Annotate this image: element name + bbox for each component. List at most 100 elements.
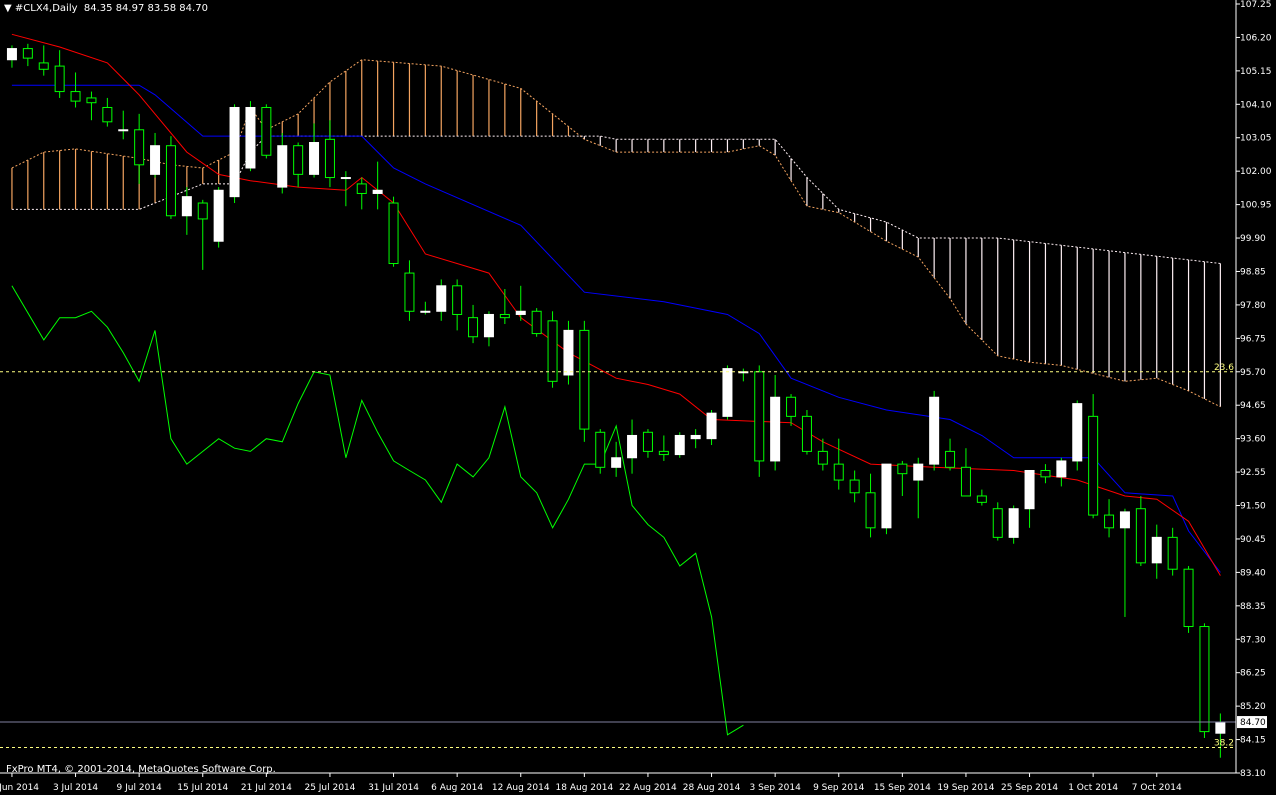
candle-body bbox=[1088, 415, 1099, 516]
candle-body bbox=[324, 138, 335, 179]
candle bbox=[722, 365, 733, 420]
y-tick-label: 95.70 bbox=[1240, 368, 1266, 378]
candle bbox=[547, 311, 558, 388]
candle-body bbox=[960, 466, 971, 497]
candle-body bbox=[118, 129, 129, 132]
candle-body bbox=[786, 396, 797, 417]
candle-body bbox=[229, 106, 240, 198]
candle-body bbox=[372, 189, 383, 194]
y-tick-label: 89.40 bbox=[1240, 568, 1266, 578]
candle bbox=[1199, 623, 1210, 738]
y-tick-label: 100.95 bbox=[1240, 201, 1272, 211]
candle-body bbox=[452, 285, 463, 315]
candle-body bbox=[165, 145, 176, 217]
candle-body bbox=[642, 431, 653, 452]
symbol-label: #CLX4,Daily bbox=[14, 3, 78, 14]
candle-body bbox=[897, 463, 908, 475]
candle-body bbox=[929, 396, 940, 465]
y-tick-label: 96.75 bbox=[1240, 334, 1266, 344]
candle-body bbox=[754, 371, 765, 462]
price-chart[interactable]: 23.6 38.2 107.25 106.20 105.15 104.10 103.05 1… bbox=[0, 0, 1276, 795]
candle bbox=[245, 101, 256, 172]
candle-body bbox=[1072, 403, 1083, 462]
candle-body bbox=[801, 415, 812, 452]
candle-body bbox=[54, 65, 65, 93]
x-tick-label: 3 Sep 2014 bbox=[749, 783, 801, 793]
candle bbox=[929, 390, 940, 471]
candle bbox=[229, 104, 240, 204]
x-tick-label: 9 Jul 2014 bbox=[117, 783, 162, 793]
x-tick-label: 25 Sep 2014 bbox=[1001, 783, 1058, 793]
candle bbox=[165, 136, 176, 219]
candle-body bbox=[261, 106, 272, 156]
x-tick-label: 9 Sep 2014 bbox=[813, 783, 865, 793]
candle-body bbox=[531, 310, 542, 335]
candle-body bbox=[817, 450, 828, 465]
candle-body bbox=[213, 189, 224, 242]
candle-body bbox=[38, 62, 49, 70]
candle-body bbox=[22, 48, 33, 59]
y-tick-label: 93.60 bbox=[1240, 435, 1266, 445]
candle-body bbox=[1104, 514, 1115, 529]
candle-body bbox=[833, 463, 844, 481]
candle-body bbox=[865, 492, 876, 529]
candle-body bbox=[134, 129, 145, 166]
candle-body bbox=[420, 310, 431, 313]
x-tick-label: 19 Sep 2014 bbox=[937, 783, 994, 793]
candle-body bbox=[499, 313, 510, 319]
candle bbox=[1072, 400, 1083, 471]
candle-body bbox=[992, 508, 1003, 538]
candle-body bbox=[1167, 536, 1178, 570]
candle bbox=[261, 104, 272, 159]
y-tick-label: 86.25 bbox=[1240, 669, 1266, 679]
candle-body bbox=[150, 145, 161, 175]
x-tick-label: 6 Aug 2014 bbox=[431, 783, 483, 793]
candle-body bbox=[1199, 626, 1210, 733]
x-tick-label: 25 Jul 2014 bbox=[304, 783, 355, 793]
y-tick-label: 107.25 bbox=[1240, 0, 1272, 10]
candle bbox=[388, 196, 399, 267]
candle bbox=[881, 463, 892, 535]
candle-body bbox=[690, 434, 701, 440]
y-tick-label: 84.15 bbox=[1240, 736, 1266, 746]
candle-body bbox=[658, 450, 669, 456]
candle bbox=[1183, 566, 1194, 633]
candle-body bbox=[309, 142, 320, 175]
x-tick-label: 18 Aug 2014 bbox=[556, 783, 614, 793]
chart-menu-icon[interactable]: ▼ bbox=[4, 3, 12, 14]
candle-body bbox=[6, 48, 17, 61]
candle bbox=[595, 429, 606, 474]
y-tick-label: 90.45 bbox=[1240, 535, 1266, 545]
candle-body bbox=[595, 431, 606, 468]
y-tick-label: 103.05 bbox=[1240, 134, 1272, 144]
candle-body bbox=[1008, 508, 1019, 538]
candle-body bbox=[913, 463, 924, 481]
candle-body bbox=[1056, 460, 1067, 478]
candle-body bbox=[1040, 469, 1051, 478]
candle-body bbox=[277, 145, 288, 188]
ohlc-readout: 84.35 84.97 83.58 84.70 bbox=[83, 3, 208, 14]
y-tick-label: 91.50 bbox=[1240, 502, 1266, 512]
candle-body bbox=[515, 310, 526, 315]
candle-body bbox=[436, 285, 447, 312]
candle bbox=[579, 320, 590, 442]
candle-body bbox=[404, 272, 415, 312]
candle-body bbox=[1151, 536, 1162, 564]
current-price-label: 84.70 bbox=[1240, 718, 1266, 728]
candle-body bbox=[579, 329, 590, 430]
y-tick-label: 97.80 bbox=[1240, 301, 1266, 311]
y-tick-label: 98.85 bbox=[1240, 267, 1266, 277]
x-tick-label: 22 Aug 2014 bbox=[619, 783, 677, 793]
x-tick-label: 15 Sep 2014 bbox=[874, 783, 931, 793]
candle bbox=[563, 320, 574, 385]
candle-body bbox=[181, 196, 192, 217]
candle-body bbox=[102, 106, 113, 123]
candle-body bbox=[197, 202, 208, 220]
y-tick-label: 87.30 bbox=[1240, 635, 1266, 645]
y-tick-label: 99.90 bbox=[1240, 234, 1266, 244]
candle-body bbox=[356, 183, 367, 194]
y-tick-label: 92.55 bbox=[1240, 468, 1266, 478]
candle bbox=[531, 308, 542, 337]
y-tick-label: 106.20 bbox=[1240, 33, 1272, 43]
candle-body bbox=[627, 434, 638, 459]
